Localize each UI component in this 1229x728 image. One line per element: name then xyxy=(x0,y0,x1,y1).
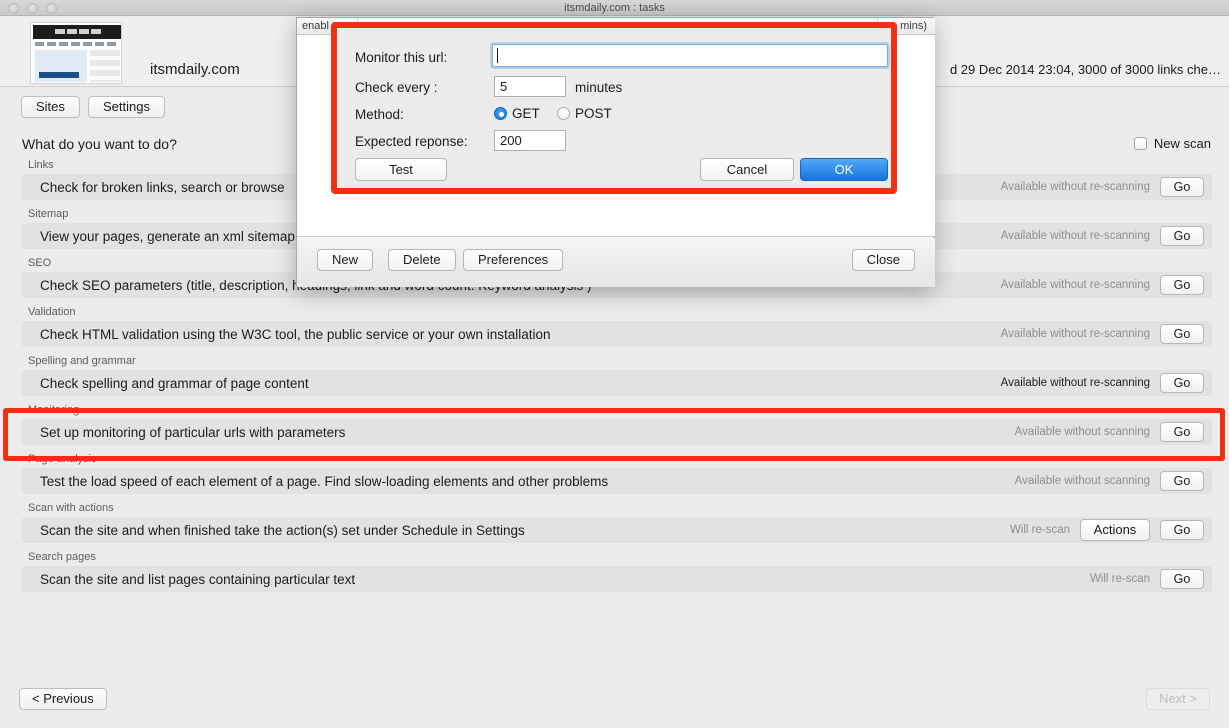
radio-off-icon[interactable] xyxy=(557,107,570,120)
next-button: Next > xyxy=(1146,688,1210,710)
task-row[interactable]: Set up monitoring of particular urls wit… xyxy=(22,419,1212,445)
task-row[interactable]: Test the load speed of each element of a… xyxy=(22,468,1212,494)
go-button[interactable]: Go xyxy=(1160,520,1204,540)
task-row[interactable]: Scan the site and when finished take the… xyxy=(22,517,1212,543)
radio-post-label: POST xyxy=(575,106,612,121)
task-group: Spelling and grammar Check spelling and g… xyxy=(22,354,1212,396)
radio-on-icon[interactable] xyxy=(494,107,507,120)
monitor-url-dialog: Monitor this url: Check every : 5 minute… xyxy=(337,28,891,188)
window-titlebar: itsmdaily.com : tasks xyxy=(0,0,1229,16)
task-group: Search pages Scan the site and list pages… xyxy=(22,550,1212,592)
task-group-label: Page analysis xyxy=(28,453,97,465)
task-group: Monitoring Set up monitoring of particula… xyxy=(22,403,1212,445)
column-header-mins[interactable]: mins) xyxy=(900,18,927,35)
go-button[interactable]: Go xyxy=(1160,569,1204,589)
thumbnail-header-bar xyxy=(33,25,121,39)
go-button[interactable]: Go xyxy=(1160,177,1204,197)
task-description: Scan the site and when finished take the… xyxy=(40,522,525,538)
check-every-input[interactable]: 5 xyxy=(494,76,566,97)
task-description: Test the load speed of each element of a… xyxy=(40,473,609,489)
task-group-label: Spelling and grammar xyxy=(28,355,136,367)
scan-status-text: d 29 Dec 2014 23:04, 3000 of 3000 links … xyxy=(949,62,1221,77)
tab-settings[interactable]: Settings xyxy=(88,96,165,118)
task-group: Scan with actions Scan the site and when … xyxy=(22,501,1212,543)
go-button[interactable]: Go xyxy=(1160,324,1204,344)
preferences-button[interactable]: Preferences xyxy=(463,249,564,271)
task-description: Check spelling and grammar of page conte… xyxy=(40,375,309,391)
thumbnail-nav xyxy=(35,42,119,46)
previous-button[interactable]: < Previous xyxy=(19,688,107,710)
task-group-label: Monitoring xyxy=(28,404,80,416)
task-availability: Will re-scan xyxy=(1089,573,1150,585)
task-description: Scan the site and list pages containing … xyxy=(40,571,356,587)
test-button[interactable]: Test xyxy=(355,158,447,181)
radio-get-label: GET xyxy=(512,106,540,121)
task-row[interactable]: Check HTML validation using the W3C tool… xyxy=(22,321,1212,347)
new-button[interactable]: New xyxy=(317,249,374,271)
task-row-actions: Will re-scan Go xyxy=(1090,569,1212,589)
go-button[interactable]: Go xyxy=(1160,226,1204,246)
url-dialog-highlight: Monitor this url: Check every : 5 minute… xyxy=(331,22,897,194)
thumbnail-logo xyxy=(55,29,101,34)
delete-button[interactable]: Delete xyxy=(388,249,456,271)
task-availability: Available without re-scanning xyxy=(1000,279,1150,291)
cancel-button[interactable]: Cancel xyxy=(700,158,794,181)
page-title: What do you want to do? xyxy=(22,136,177,152)
url-input[interactable] xyxy=(492,44,888,67)
task-row[interactable]: Scan the site and list pages containing … xyxy=(22,566,1212,592)
close-button[interactable]: Close xyxy=(851,249,915,271)
go-button[interactable]: Go xyxy=(1160,275,1204,295)
task-description: Check HTML validation using the W3C tool… xyxy=(40,326,551,342)
task-availability: Available without re-scanning xyxy=(1000,377,1150,389)
task-group-label: Search pages xyxy=(28,551,96,563)
task-row-actions: Available without re-scanning Go xyxy=(1001,373,1212,393)
actions-button[interactable]: Actions xyxy=(1080,519,1150,541)
window-title: itsmdaily.com : tasks xyxy=(564,2,665,14)
method-label: Method: xyxy=(355,107,404,122)
task-availability: Available without re-scanning xyxy=(1000,181,1150,193)
task-group: Page analysis Test the load speed of each… xyxy=(22,452,1212,494)
minutes-label: minutes xyxy=(575,80,623,95)
column-header-enabled[interactable]: enabl xyxy=(302,18,329,35)
radio-method-post[interactable]: POST xyxy=(557,106,612,121)
go-button[interactable]: Go xyxy=(1160,373,1204,393)
task-availability: Available without scanning xyxy=(1014,426,1150,438)
monitor-footer: New Delete Preferences Close xyxy=(297,238,935,287)
task-row-actions: Available without re-scanning Go xyxy=(1001,177,1212,197)
thumbnail-body xyxy=(35,50,87,82)
task-row-actions: Available without scanning Go xyxy=(1015,471,1212,491)
task-group: Validation Check HTML validation using th… xyxy=(22,305,1212,347)
site-name: itsmdaily.com xyxy=(150,61,240,78)
tab-sites[interactable]: Sites xyxy=(21,96,80,118)
site-thumbnail xyxy=(30,22,122,84)
task-group-label: Validation xyxy=(28,306,76,318)
task-row-actions: Will re-scan Actions Go xyxy=(1010,519,1212,541)
task-row-actions: Available without re-scanning Go xyxy=(1001,275,1212,295)
check-every-label: Check every : xyxy=(355,80,438,95)
task-availability: Available without scanning xyxy=(1014,475,1150,487)
task-row[interactable]: Check spelling and grammar of page conte… xyxy=(22,370,1212,396)
task-availability: Available without re-scanning xyxy=(1000,230,1150,242)
expected-response-label: Expected reponse: xyxy=(355,134,468,149)
task-group-label: Scan with actions xyxy=(28,502,114,514)
new-scan-label: New scan xyxy=(1153,136,1211,151)
text-caret xyxy=(497,48,498,63)
checkbox-icon[interactable] xyxy=(1133,137,1147,150)
task-row-actions: Available without scanning Go xyxy=(1015,422,1212,442)
radio-method-get[interactable]: GET xyxy=(494,106,540,121)
new-scan-checkbox[interactable]: New scan xyxy=(1133,136,1211,151)
url-field-label: Monitor this url: xyxy=(355,50,448,65)
ok-button[interactable]: OK xyxy=(800,158,888,181)
thumbnail-sidebar xyxy=(90,50,120,82)
expected-response-input[interactable]: 200 xyxy=(494,130,566,151)
task-description: Set up monitoring of particular urls wit… xyxy=(40,424,346,440)
task-row-actions: Available without re-scanning Go xyxy=(1001,226,1212,246)
go-button[interactable]: Go xyxy=(1160,471,1204,491)
go-button[interactable]: Go xyxy=(1160,422,1204,442)
task-availability: Available without re-scanning xyxy=(1000,328,1150,340)
task-row-actions: Available without re-scanning Go xyxy=(1001,324,1212,344)
task-availability: Will re-scan xyxy=(1009,524,1070,536)
